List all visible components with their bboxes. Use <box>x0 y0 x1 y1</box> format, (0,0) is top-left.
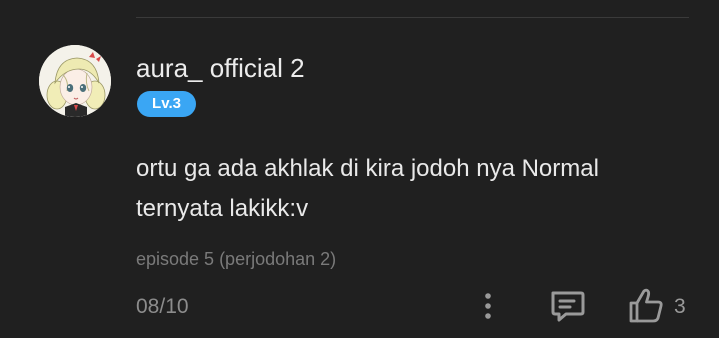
username[interactable]: aura_ official 2 <box>136 53 305 83</box>
comment-bubble-icon <box>551 291 585 322</box>
like-count: 3 <box>674 295 686 318</box>
more-vertical-icon <box>485 293 491 319</box>
episode-link[interactable]: episode 5 (perjodohan 2) <box>136 248 336 270</box>
reply-button[interactable] <box>548 288 586 324</box>
like-button[interactable]: 3 <box>626 286 696 326</box>
avatar-image <box>39 45 111 117</box>
comment-date: 08/10 <box>136 295 189 318</box>
top-divider <box>136 17 689 18</box>
comment-line: ternyata lakikk:v <box>136 195 309 222</box>
avatar[interactable] <box>39 45 111 117</box>
more-options-button[interactable] <box>476 290 500 324</box>
thumbs-up-icon <box>629 288 663 323</box>
level-badge: Lv.3 <box>137 91 196 117</box>
comment-line: ortu ga ada akhlak di kira jodoh nya Nor… <box>136 155 599 182</box>
comment-text: ortu ga ada akhlak di kira jodoh nya Nor… <box>136 149 696 229</box>
